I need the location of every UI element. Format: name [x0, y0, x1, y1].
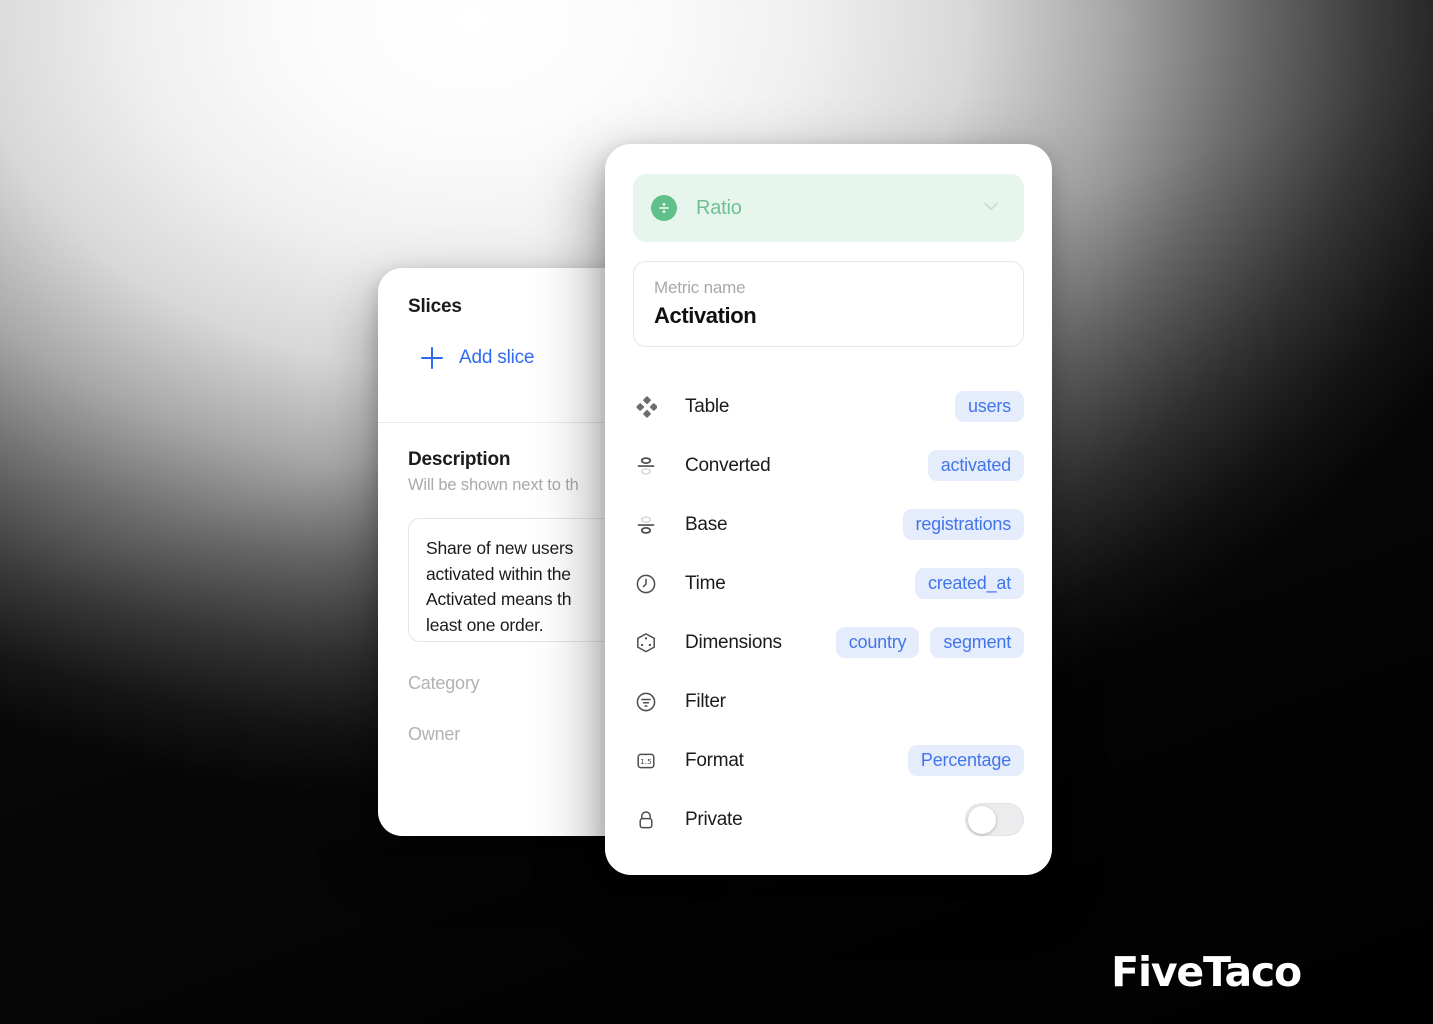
filter-circle-icon — [633, 691, 659, 713]
divide-circle-icon — [651, 195, 677, 221]
pill-converted-value[interactable]: activated — [927, 450, 1024, 481]
property-label-table: Table — [685, 395, 730, 417]
denominator-icon — [633, 514, 659, 536]
pill-table-value[interactable]: users — [954, 391, 1024, 422]
metric-properties-list: Table users Converted activated Base reg… — [633, 377, 1024, 849]
metric-card: Ratio Metric name Activation Table users… — [605, 144, 1052, 875]
metric-name-placeholder: Metric name — [654, 278, 746, 297]
property-values-base: registrations — [902, 509, 1024, 540]
property-values-dimensions: country segment — [835, 627, 1024, 658]
metric-name-value: Activation — [654, 303, 757, 328]
private-toggle[interactable] — [965, 803, 1024, 836]
property-row-filter[interactable]: Filter — [633, 672, 1024, 731]
property-label-filter: Filter — [685, 690, 726, 712]
property-label-format: Format — [685, 749, 744, 771]
property-values-converted: activated — [927, 450, 1024, 481]
property-label-dimensions: Dimensions — [685, 631, 782, 653]
property-row-time[interactable]: Time created_at — [633, 554, 1024, 613]
diamonds-grid-icon — [633, 395, 659, 418]
property-values-table: users — [954, 391, 1024, 422]
property-values-private — [965, 803, 1024, 836]
property-row-private[interactable]: Private — [633, 790, 1024, 849]
chevron-down-icon[interactable] — [978, 193, 1004, 224]
property-row-converted[interactable]: Converted activated — [633, 436, 1024, 495]
pill-time-value[interactable]: created_at — [914, 568, 1024, 599]
metric-type-label: Ratio — [696, 196, 742, 219]
svg-text:1.5: 1.5 — [640, 756, 652, 765]
property-row-base[interactable]: Base registrations — [633, 495, 1024, 554]
property-row-table[interactable]: Table users — [633, 377, 1024, 436]
property-label-base: Base — [685, 513, 728, 535]
numerator-icon — [633, 455, 659, 477]
pill-dimension-segment[interactable]: segment — [930, 627, 1024, 658]
property-label-private: Private — [685, 808, 743, 830]
fivetaco-logo: FiveTaco — [1111, 948, 1302, 996]
property-values-time: created_at — [914, 568, 1024, 599]
metric-name-field[interactable]: Metric name Activation — [633, 261, 1024, 347]
property-row-dimensions[interactable]: Dimensions country segment — [633, 613, 1024, 672]
pill-format-value[interactable]: Percentage — [907, 745, 1024, 776]
plus-icon — [421, 347, 443, 369]
lock-icon — [633, 809, 659, 831]
pill-base-value[interactable]: registrations — [902, 509, 1024, 540]
property-label-time: Time — [685, 572, 726, 594]
toggle-knob — [967, 805, 996, 834]
clock-icon — [633, 573, 659, 595]
decimal-1-5-icon: 1.5 — [633, 750, 659, 772]
cube-icon — [633, 632, 659, 654]
metric-type-selector[interactable]: Ratio — [633, 174, 1024, 242]
add-slice-label: Add slice — [459, 347, 535, 368]
property-row-format[interactable]: 1.5 Format Percentage — [633, 731, 1024, 790]
property-values-format: Percentage — [907, 745, 1024, 776]
pill-dimension-country[interactable]: country — [835, 627, 920, 658]
property-label-converted: Converted — [685, 454, 771, 476]
